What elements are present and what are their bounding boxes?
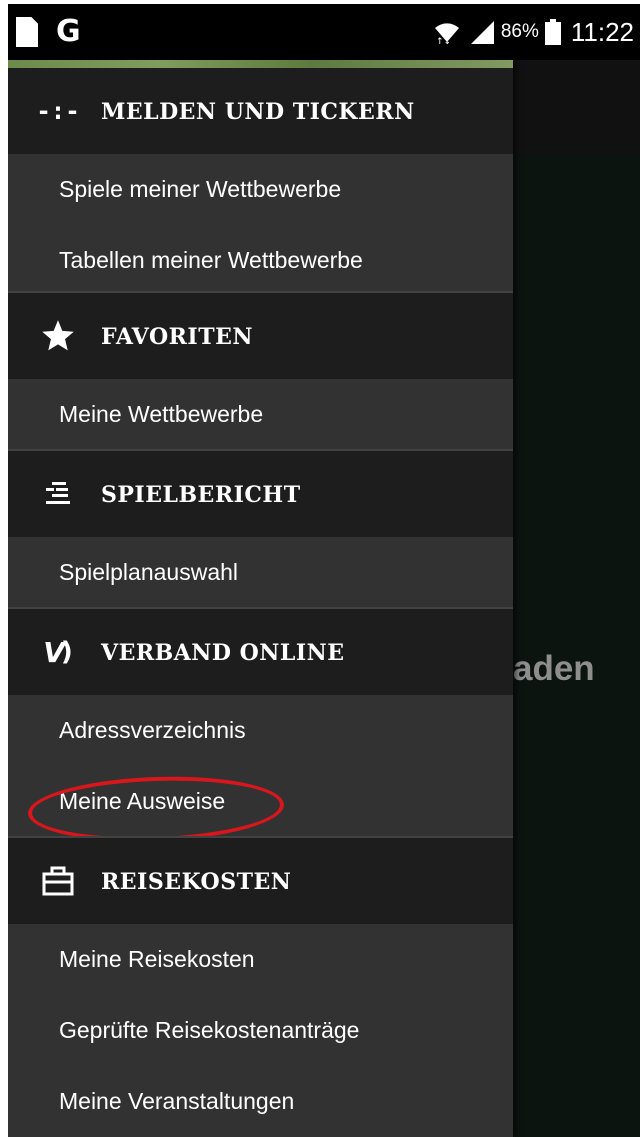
menu-item-spiele[interactable]: Spiele meiner Wettbewerbe — [8, 154, 513, 225]
menu-item-meine-reisekosten[interactable]: Meine Reisekosten — [8, 924, 513, 995]
drawer-header-image — [8, 60, 513, 68]
svg-text:↑↓: ↑↓ — [436, 37, 451, 46]
battery-icon — [544, 19, 561, 45]
wifi-icon: ↑↓ — [434, 23, 459, 46]
menu-item-meine-wettbewerbe[interactable]: Meine Wettbewerbe — [8, 379, 513, 450]
signal-icon — [470, 21, 494, 44]
briefcase-icon — [38, 861, 78, 901]
section-header-melden: -:- MELDEN UND TICKERN — [8, 68, 513, 154]
battery-percent: 86% — [500, 21, 539, 42]
section-title: SPIELBERICHT — [101, 482, 301, 508]
section-title: VERBAND ONLINE — [101, 640, 345, 666]
menu-item-tabellen[interactable]: Tabellen meiner Wettbewerbe — [8, 225, 513, 296]
section-title: FAVORITEN — [101, 324, 253, 350]
section-header-spielbericht: SPIELBERICHT — [8, 451, 513, 537]
background-loading-text: aden — [513, 649, 595, 688]
clock: 11:22 — [570, 16, 634, 47]
star-icon — [38, 316, 78, 356]
verband-logo-icon: V ) — [43, 635, 73, 669]
google-icon: G — [56, 14, 81, 49]
app-toolbar — [513, 60, 640, 154]
section-header-verband-online: V ) VERBAND ONLINE — [8, 609, 513, 695]
match-report-icon — [38, 474, 78, 514]
sim-card-icon — [16, 17, 38, 47]
section-header-favoriten: FAVORITEN — [8, 293, 513, 379]
menu-item-gepruefte-reisekostenantraege[interactable]: Geprüfte Reisekostenanträge — [8, 995, 513, 1066]
section-header-reisekosten: REISEKOSTEN — [8, 838, 513, 924]
status-bar: G ↑↓ 86% 11:22 — [8, 4, 640, 60]
app-screen: G ↑↓ 86% 11:22 aden -:- MELDEN UND TICKE… — [8, 4, 640, 1137]
section-title: MELDEN UND TICKERN — [101, 99, 415, 125]
menu-item-adressverzeichnis[interactable]: Adressverzeichnis — [8, 695, 513, 766]
menu-item-spielplanauswahl[interactable]: Spielplanauswahl — [8, 537, 513, 608]
ticker-dash-icon: -:- — [36, 97, 80, 125]
section-title: REISEKOSTEN — [101, 869, 292, 895]
menu-item-meine-veranstaltungen[interactable]: Meine Veranstaltungen — [8, 1066, 513, 1137]
